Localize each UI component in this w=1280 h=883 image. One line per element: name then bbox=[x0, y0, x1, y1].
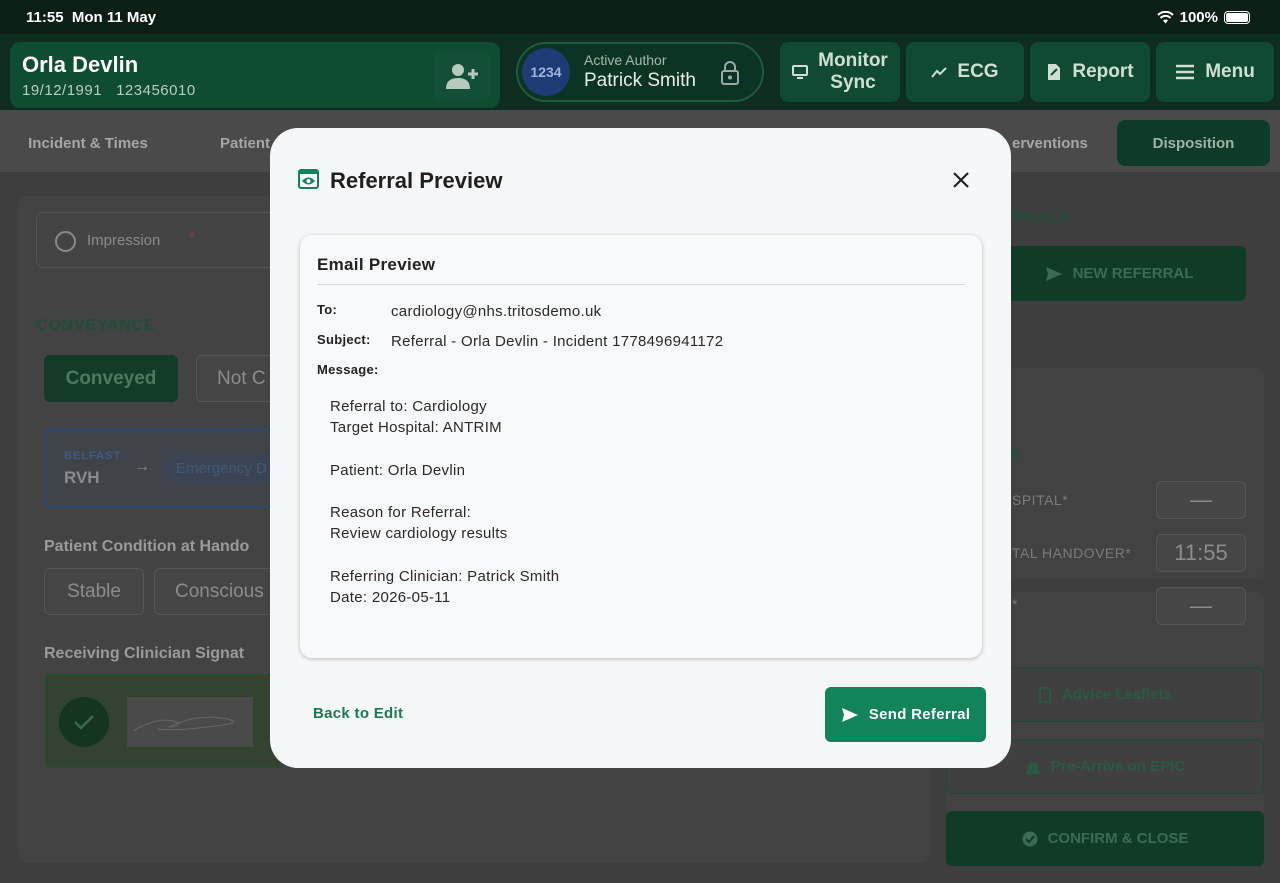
message-line: Review cardiology results bbox=[330, 525, 508, 543]
handover-time-label: TAL HANDOVER* bbox=[1012, 545, 1132, 561]
impression-label: Impression bbox=[87, 232, 161, 249]
conscious-option[interactable]: Conscious bbox=[154, 568, 284, 615]
check-circle-icon bbox=[1022, 831, 1038, 846]
signature-image bbox=[127, 697, 253, 747]
alarm-icon bbox=[1025, 761, 1040, 774]
message-body: Referral to: Cardiology Target Hospital:… bbox=[330, 396, 559, 608]
to-value: cardiology@nhs.tritosdemo.uk bbox=[391, 303, 602, 320]
monitor-sync-button[interactable]: Monitor Sync bbox=[780, 42, 900, 102]
patient-card[interactable]: Orla Devlin 19/12/1991 123456010 bbox=[10, 42, 500, 108]
destination-code: RVH bbox=[64, 468, 100, 487]
tab-incident-times[interactable]: Incident & Times bbox=[10, 120, 166, 166]
document-icon bbox=[1039, 686, 1051, 703]
app-header: Orla Devlin 19/12/1991 123456010 1234 Ac… bbox=[0, 34, 1280, 110]
hamburger-icon bbox=[1176, 64, 1195, 80]
patient-details: 19/12/1991 123456010 bbox=[22, 82, 196, 99]
signature-box[interactable] bbox=[44, 674, 284, 768]
monitor-icon bbox=[792, 65, 809, 79]
status-bar: 11:55 Mon 11 May 100% bbox=[0, 0, 1280, 34]
ecg-trend-icon bbox=[931, 67, 948, 78]
check-icon bbox=[59, 697, 109, 747]
hospital-time-value[interactable]: — bbox=[1156, 481, 1246, 519]
dialog-title: Referral Preview bbox=[330, 168, 503, 193]
lock-icon bbox=[721, 61, 739, 85]
impression-field[interactable]: Impression * bbox=[36, 212, 286, 268]
message-line bbox=[330, 438, 559, 459]
message-line: Referring Clinician: Patrick Smith bbox=[330, 567, 560, 585]
arrow-right-icon: → bbox=[134, 458, 150, 475]
ecg-button[interactable]: ECG bbox=[906, 42, 1024, 102]
add-person-button[interactable] bbox=[434, 51, 490, 101]
confirm-close-button[interactable]: CONFIRM & CLOSE bbox=[946, 811, 1264, 866]
new-referral-button[interactable]: NEW REFERRAL bbox=[992, 246, 1246, 301]
author-label: Active Author bbox=[584, 52, 667, 68]
message-line bbox=[330, 544, 559, 565]
message-line: Date: 2026-05-11 bbox=[330, 588, 451, 606]
message-label: Message: bbox=[317, 362, 379, 377]
send-referral-button[interactable]: Send Referral bbox=[825, 687, 986, 742]
message-line: Patient: Orla Devlin bbox=[330, 461, 466, 479]
handover-time-value[interactable]: 11:55 bbox=[1156, 534, 1246, 572]
subject-label: Subject: bbox=[317, 332, 371, 347]
author-badge: 1234 bbox=[522, 48, 570, 96]
message-line: Referral to: Cardiology bbox=[330, 398, 487, 415]
destination-city: BELFAST bbox=[64, 450, 122, 462]
stable-option[interactable]: Stable bbox=[44, 568, 144, 615]
required-marker: * bbox=[189, 230, 196, 247]
wifi-icon bbox=[1156, 11, 1174, 24]
tab-patient[interactable]: Patient bbox=[190, 120, 280, 166]
times-title: S bbox=[1010, 446, 1022, 463]
send-icon bbox=[841, 707, 858, 722]
back-to-edit-button[interactable]: Back to Edit bbox=[313, 705, 403, 722]
impression-radio[interactable] bbox=[55, 231, 76, 252]
message-line: Target Hospital: ANTRIM bbox=[330, 419, 502, 437]
patient-name: Orla Devlin bbox=[22, 52, 139, 77]
status-time: 11:55 Mon 11 May bbox=[26, 9, 157, 26]
third-time-value[interactable]: — bbox=[1156, 587, 1246, 625]
to-label: To: bbox=[317, 302, 338, 317]
battery-percent: 100% bbox=[1179, 9, 1218, 26]
report-icon bbox=[1048, 64, 1061, 80]
signature-title: Receiving Clinician Signat bbox=[44, 645, 245, 662]
email-preview-card: Email Preview To: cardiology@nhs.tritosd… bbox=[300, 235, 982, 658]
tab-disposition[interactable]: Disposition bbox=[1117, 120, 1270, 166]
third-time-label: * bbox=[1012, 596, 1018, 612]
battery-icon bbox=[1224, 11, 1250, 24]
tab-interventions[interactable]: erventions bbox=[1000, 120, 1100, 166]
message-line: Reason for Referral: bbox=[330, 503, 472, 521]
referrals-title: RRALS bbox=[1012, 209, 1071, 226]
conveyance-title: CONVEYANCE bbox=[36, 317, 156, 334]
divider bbox=[317, 284, 965, 285]
condition-title: Patient Condition at Hando bbox=[44, 538, 250, 555]
report-button[interactable]: Report bbox=[1030, 42, 1150, 102]
message-line bbox=[330, 481, 559, 502]
referral-preview-dialog: Referral Preview Email Preview To: cardi… bbox=[270, 128, 1011, 768]
close-icon[interactable] bbox=[949, 168, 973, 192]
author-name: Patrick Smith bbox=[584, 70, 696, 91]
preview-eye-icon bbox=[298, 169, 319, 189]
destination-card[interactable]: BELFAST RVH → Emergency D bbox=[44, 428, 294, 508]
conveyed-option[interactable]: Conveyed bbox=[44, 355, 178, 402]
send-icon bbox=[1045, 266, 1062, 281]
hospital-time-label: SPITAL* bbox=[1012, 492, 1069, 508]
status-indicators: 100% bbox=[1156, 9, 1250, 26]
active-author[interactable]: 1234 Active Author Patrick Smith bbox=[516, 42, 764, 102]
menu-button[interactable]: Menu bbox=[1156, 42, 1274, 102]
email-preview-heading: Email Preview bbox=[317, 255, 436, 274]
add-person-icon bbox=[446, 64, 478, 89]
subject-value: Referral - Orla Devlin - Incident 177849… bbox=[391, 333, 724, 350]
monitor-sync-label: Monitor Sync bbox=[818, 50, 888, 93]
